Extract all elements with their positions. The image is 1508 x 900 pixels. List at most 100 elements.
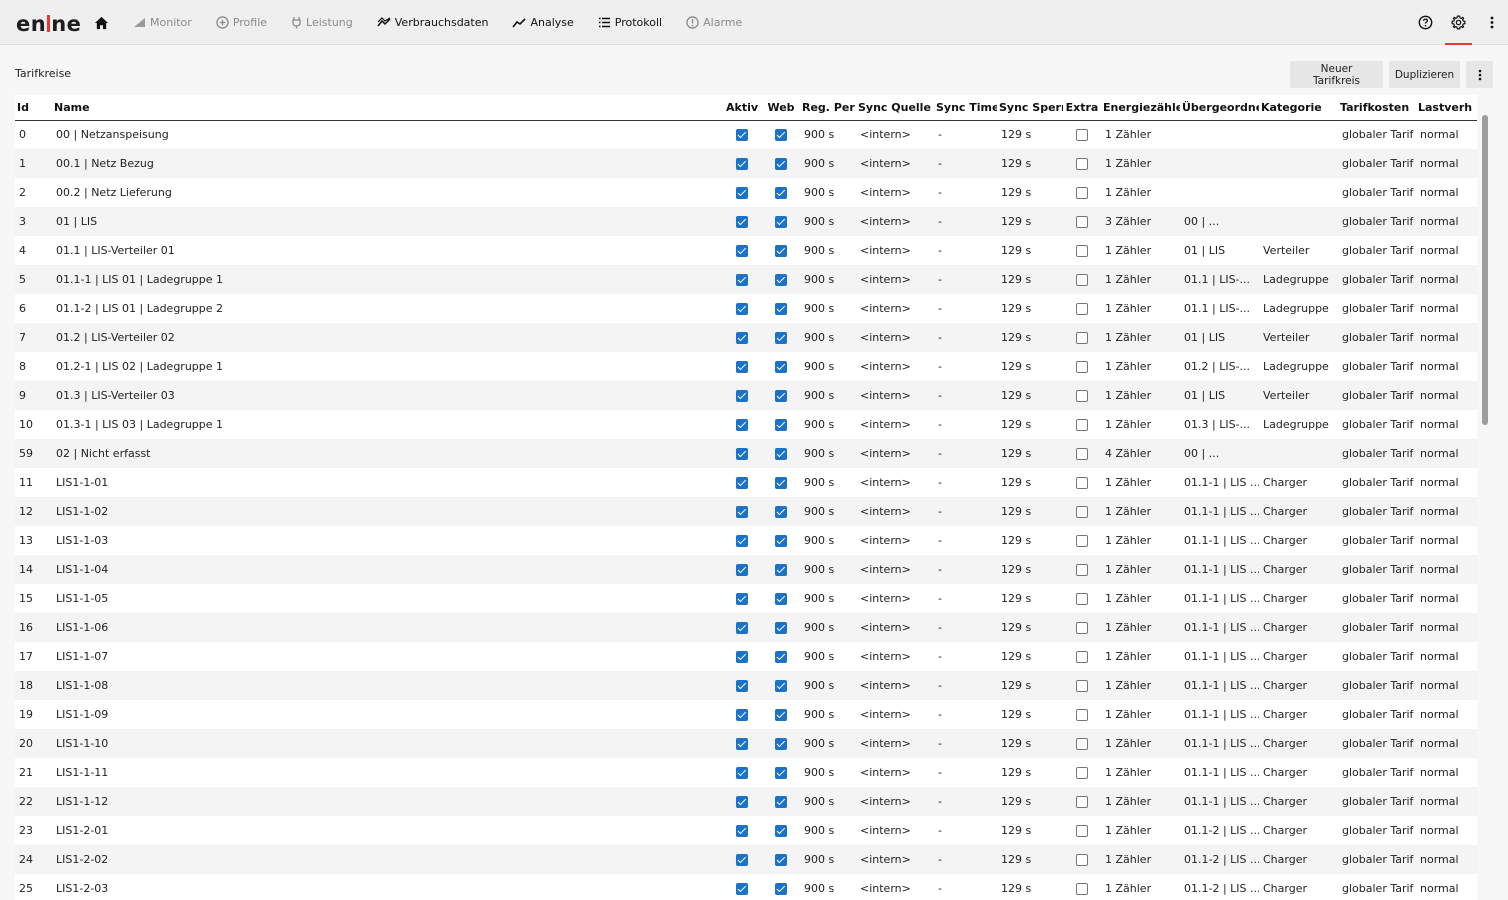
table-row[interactable]: 5 01.1-1 | LIS 01 | Ladegruppe 1 900 s <int… (15, 265, 1477, 294)
table-row[interactable]: 17 LIS1-1-07 900 s <intern> -129 s 1 Zähler 01… (15, 642, 1477, 671)
extra-checkbox[interactable] (1076, 419, 1088, 431)
nav-analyse[interactable]: Analyse (500, 0, 585, 45)
nav-protokoll[interactable]: Protokoll (586, 0, 674, 45)
table-row[interactable]: 2 00.2 | Netz Lieferung 900 s <intern> -129 … (15, 178, 1477, 207)
table-row[interactable]: 14 LIS1-1-04 900 s <intern> -129 s 1 Zähler 01… (15, 555, 1477, 584)
table-row[interactable]: 18 LIS1-1-08 900 s <intern> -129 s 1 Zähler 01… (15, 671, 1477, 700)
extra-checkbox[interactable] (1076, 883, 1088, 895)
table-row[interactable]: 19 LIS1-1-09 900 s <intern> -129 s 1 Zähler 01… (15, 700, 1477, 729)
table-row[interactable]: 24 LIS1-2-02 900 s <intern> -129 s 1 Zähler 01… (15, 845, 1477, 874)
extra-checkbox[interactable] (1076, 767, 1088, 779)
table-row[interactable]: 10 01.3-1 | LIS 03 | Ladegruppe 1 900 s <in… (15, 410, 1477, 439)
aktiv-checkbox[interactable] (736, 825, 748, 837)
extra-checkbox[interactable] (1076, 274, 1088, 286)
web-checkbox[interactable] (775, 274, 787, 286)
extra-checkbox[interactable] (1076, 390, 1088, 402)
column-header-name[interactable]: Name (52, 95, 722, 121)
column-header-aktiv[interactable]: Aktiv (722, 95, 762, 121)
table-row[interactable]: 13 LIS1-1-03 900 s <intern> -129 s 1 Zähler 01… (15, 526, 1477, 555)
web-checkbox[interactable] (775, 593, 787, 605)
web-checkbox[interactable] (775, 709, 787, 721)
help-button[interactable] (1409, 0, 1442, 45)
extra-checkbox[interactable] (1076, 738, 1088, 750)
aktiv-checkbox[interactable] (736, 564, 748, 576)
table-row[interactable]: 3 01 | LIS 900 s <intern> -129 s 3 Zähler 00 |… (15, 207, 1477, 236)
web-checkbox[interactable] (775, 129, 787, 142)
aktiv-checkbox[interactable] (736, 709, 748, 721)
extra-checkbox[interactable] (1076, 361, 1088, 373)
extra-checkbox[interactable] (1076, 187, 1088, 199)
nav-alarme[interactable]: Alarme (674, 0, 754, 45)
aktiv-checkbox[interactable] (736, 883, 748, 895)
aktiv-checkbox[interactable] (736, 361, 748, 373)
extra-checkbox[interactable] (1076, 506, 1088, 518)
table-row[interactable]: 16 LIS1-1-06 900 s <intern> -129 s 1 Zähler 01… (15, 613, 1477, 642)
web-checkbox[interactable] (775, 796, 787, 808)
duplicate-button[interactable]: Duplizieren (1389, 61, 1460, 88)
web-checkbox[interactable] (775, 767, 787, 779)
web-checkbox[interactable] (775, 564, 787, 576)
column-header-sync-time[interactable]: Sync Time (934, 95, 997, 121)
extra-checkbox[interactable] (1076, 129, 1088, 142)
web-checkbox[interactable] (775, 680, 787, 692)
extra-checkbox[interactable] (1076, 245, 1088, 257)
web-checkbox[interactable] (775, 419, 787, 431)
column-header-category[interactable]: Kategorie (1259, 95, 1338, 121)
column-header-load-behavior[interactable]: Lastverh (1416, 95, 1477, 121)
nav-home[interactable] (86, 0, 121, 45)
aktiv-checkbox[interactable] (736, 535, 748, 547)
aktiv-checkbox[interactable] (736, 622, 748, 634)
web-checkbox[interactable] (775, 216, 787, 228)
web-checkbox[interactable] (775, 187, 787, 199)
table-row[interactable]: 0 00 | Netzanspeisung 900 s <intern> -129 s 1… (15, 120, 1477, 149)
aktiv-checkbox[interactable] (736, 187, 748, 199)
extra-checkbox[interactable] (1076, 332, 1088, 344)
extra-checkbox[interactable] (1076, 622, 1088, 634)
extra-checkbox[interactable] (1076, 303, 1088, 315)
extra-checkbox[interactable] (1076, 593, 1088, 605)
settings-button[interactable] (1442, 0, 1475, 45)
aktiv-checkbox[interactable] (736, 651, 748, 663)
table-row[interactable]: 6 01.1-2 | LIS 01 | Ladegruppe 2 900 s <int… (15, 294, 1477, 323)
aktiv-checkbox[interactable] (736, 303, 748, 315)
extra-checkbox[interactable] (1076, 564, 1088, 576)
web-checkbox[interactable] (775, 361, 787, 373)
extra-checkbox[interactable] (1076, 796, 1088, 808)
nav-leistung[interactable]: Leistung (279, 0, 365, 45)
extra-checkbox[interactable] (1076, 651, 1088, 663)
web-checkbox[interactable] (775, 245, 787, 257)
aktiv-checkbox[interactable] (736, 477, 748, 489)
table-row[interactable]: 7 01.2 | LIS-Verteiler 02 900 s <intern> -12… (15, 323, 1477, 352)
table-row[interactable]: 11 LIS1-1-01 900 s <intern> -129 s 1 Zähler 01… (15, 468, 1477, 497)
table-row[interactable]: 20 LIS1-1-10 900 s <intern> -129 s 1 Zähler 01… (15, 729, 1477, 758)
column-header-sync-source[interactable]: Sync Quelle (856, 95, 934, 121)
web-checkbox[interactable] (775, 390, 787, 402)
table-row[interactable]: 21 LIS1-1-11 900 s <intern> -129 s 1 Zähler 01… (15, 758, 1477, 787)
aktiv-checkbox[interactable] (736, 274, 748, 286)
extra-checkbox[interactable] (1076, 709, 1088, 721)
web-checkbox[interactable] (775, 448, 787, 460)
column-header-tariff-costs[interactable]: Tarifkosten (1338, 95, 1416, 121)
web-checkbox[interactable] (775, 477, 787, 489)
aktiv-checkbox[interactable] (736, 158, 748, 170)
nav-monitor[interactable]: Monitor (121, 0, 204, 45)
aktiv-checkbox[interactable] (736, 419, 748, 431)
nav-verbrauchsdaten[interactable]: Verbrauchsdaten (365, 0, 501, 45)
extra-checkbox[interactable] (1076, 854, 1088, 866)
table-row[interactable]: 22 LIS1-1-12 900 s <intern> -129 s 1 Zähler 01… (15, 787, 1477, 816)
table-row[interactable]: 1 00.1 | Netz Bezug 900 s <intern> -129 s 1 Z… (15, 149, 1477, 178)
table-row[interactable]: 9 01.3 | LIS-Verteiler 03 900 s <intern> -12… (15, 381, 1477, 410)
nav-profile[interactable]: Profile (204, 0, 279, 45)
web-checkbox[interactable] (775, 332, 787, 344)
aktiv-checkbox[interactable] (736, 767, 748, 779)
web-checkbox[interactable] (775, 303, 787, 315)
table-row[interactable]: 23 LIS1-2-01 900 s <intern> -129 s 1 Zähler 01… (15, 816, 1477, 845)
aktiv-checkbox[interactable] (736, 332, 748, 344)
table-row[interactable]: 12 LIS1-1-02 900 s <intern> -129 s 1 Zähler 01… (15, 497, 1477, 526)
aktiv-checkbox[interactable] (736, 796, 748, 808)
aktiv-checkbox[interactable] (736, 216, 748, 228)
web-checkbox[interactable] (775, 535, 787, 547)
new-tariff-circuit-button[interactable]: Neuer Tarifkreis (1290, 61, 1383, 88)
column-header-id[interactable]: Id (15, 95, 52, 121)
aktiv-checkbox[interactable] (736, 854, 748, 866)
